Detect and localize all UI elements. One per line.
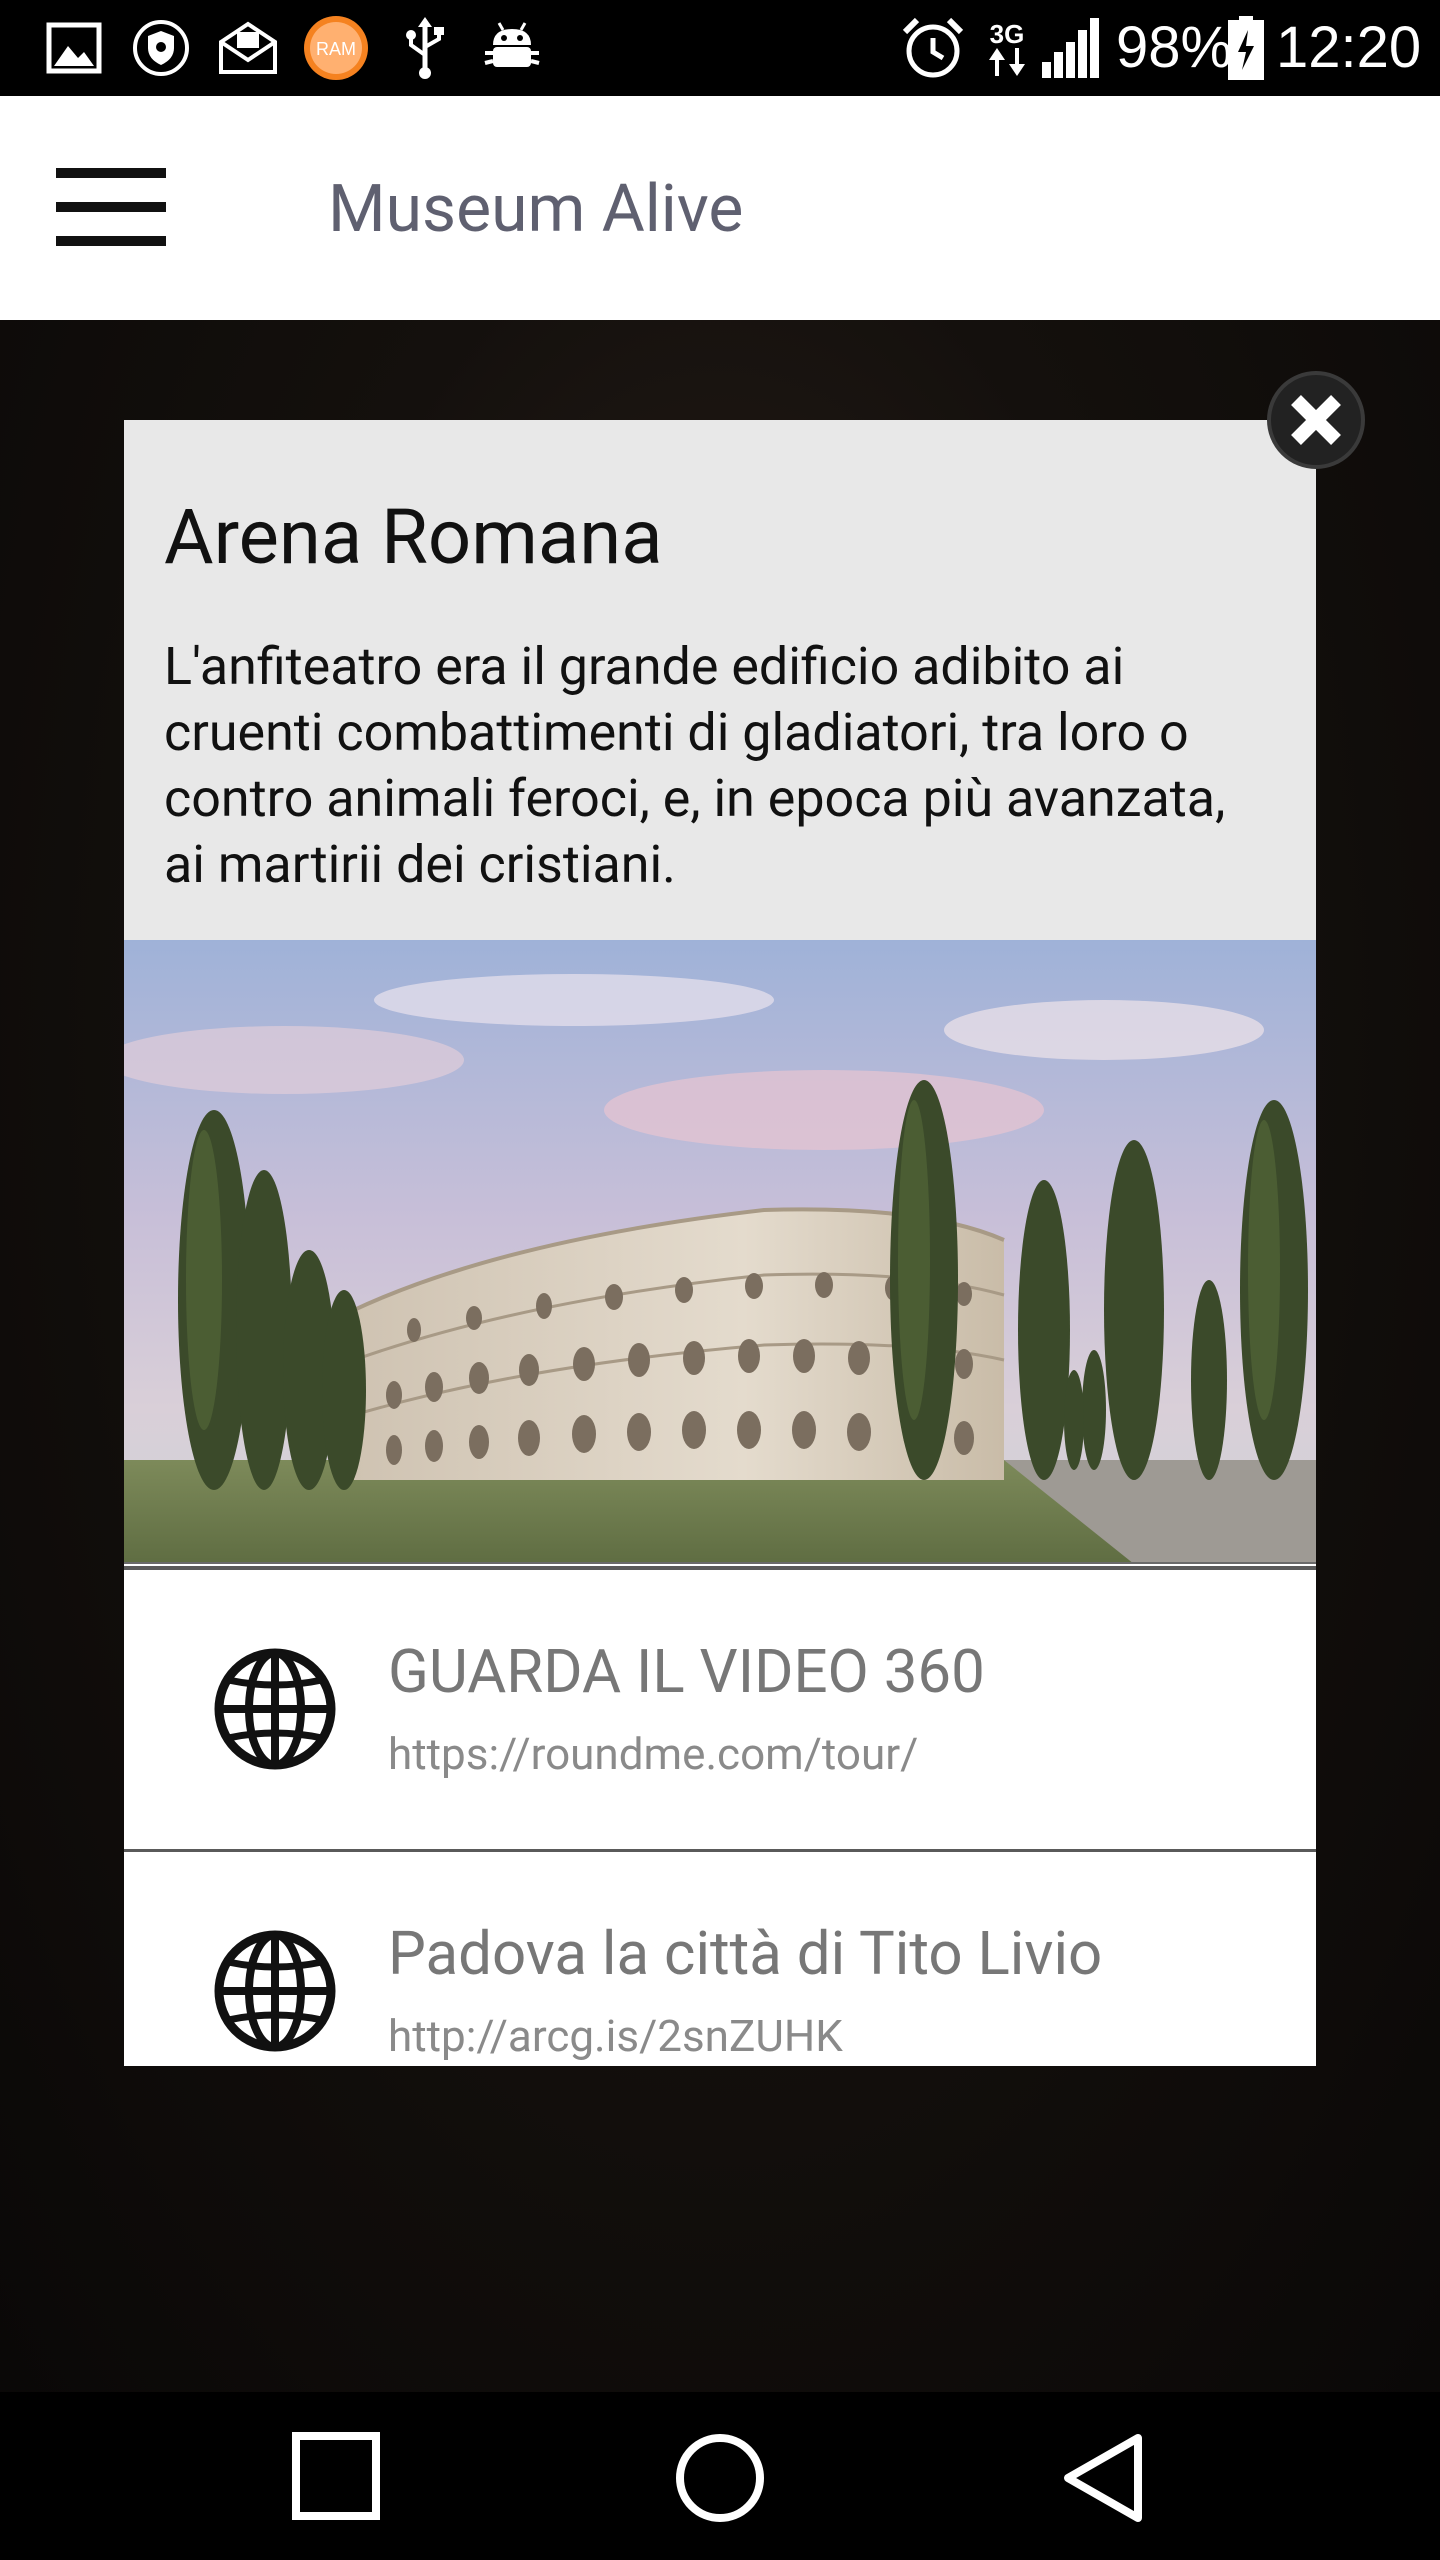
dialog-header: Arena Romana L'anfiteatro era il grande … <box>124 420 1316 940</box>
link-title: GUARDA IL VIDEO 360 <box>388 1636 985 1707</box>
link-url[interactable]: http://arcg.is/2snZUHK <box>388 2010 843 2062</box>
close-dialog-button[interactable] <box>1267 371 1365 469</box>
globe-icon <box>214 1930 336 2052</box>
alarm-icon <box>900 17 966 78</box>
link-item-video-360[interactable]: GUARDA IL VIDEO 360 https://roundme.com/… <box>124 1566 1316 1852</box>
arena-image <box>124 940 1316 1564</box>
battery-charging-icon <box>1226 16 1266 80</box>
home-button[interactable] <box>670 2428 770 2528</box>
recents-square-icon <box>292 2432 380 2520</box>
network-type-label: 3G <box>989 19 1025 49</box>
usb-icon <box>400 17 450 79</box>
network-3g-icon: 3G <box>982 18 1032 78</box>
android-debug-icon <box>482 18 542 78</box>
clock: 12:20 <box>1276 15 1422 80</box>
system-nav-bar <box>0 2392 1440 2560</box>
hamburger-menu-icon[interactable] <box>56 168 166 248</box>
recents-button[interactable] <box>288 2428 388 2528</box>
link-url[interactable]: https://roundme.com/tour/ <box>388 1728 918 1780</box>
link-item-padova[interactable]: Padova la città di Tito Livio http://arc… <box>124 1852 1316 2066</box>
svg-text:RAM: RAM <box>316 39 356 59</box>
dialog-description: L'anfiteatro era il grande edificio adib… <box>164 636 1226 895</box>
globe-icon <box>214 1648 336 1770</box>
battery-percent: 98% <box>1116 15 1233 80</box>
back-triangle-icon <box>1064 2434 1142 2522</box>
link-title: Padova la città di Tito Livio <box>388 1918 1103 1989</box>
app-bar: Museum Alive <box>0 96 1440 320</box>
info-dialog: Arena Romana L'anfiteatro era il grande … <box>124 420 1316 2066</box>
gallery-icon <box>44 18 104 78</box>
app-title: Museum Alive <box>328 171 744 248</box>
shield-icon <box>130 18 192 78</box>
mail-sync-icon <box>216 18 280 78</box>
back-button[interactable] <box>1052 2428 1152 2528</box>
ram-booster-icon: RAM <box>302 16 370 80</box>
home-circle-icon <box>676 2434 764 2522</box>
signal-icon <box>1038 18 1104 78</box>
status-bar: RAM 3G 98% 12:20 <box>0 0 1440 96</box>
close-icon <box>1291 395 1341 445</box>
dialog-title: Arena Romana <box>164 492 663 582</box>
